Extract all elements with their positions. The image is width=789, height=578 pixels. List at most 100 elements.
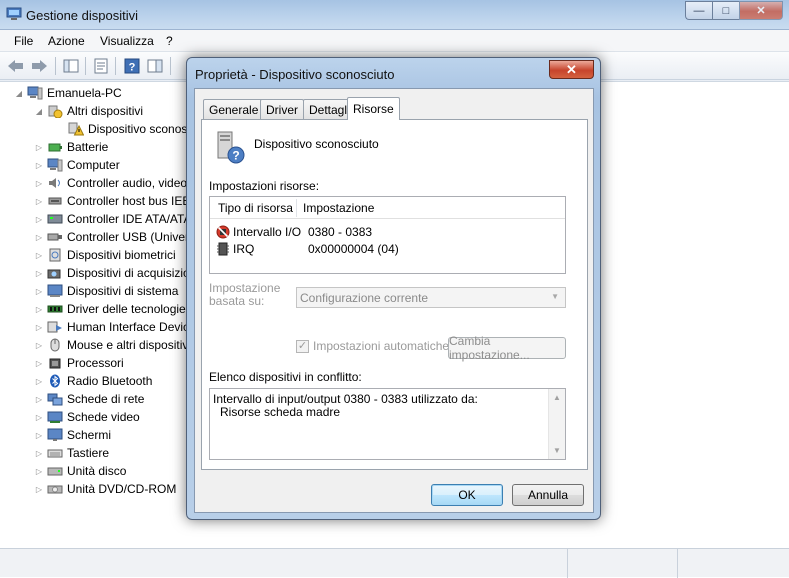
expand-arrow-icon[interactable]: ▷ (34, 395, 44, 404)
tree-item[interactable]: ▷ Dispositivi biometrici (34, 246, 176, 264)
tab-driver[interactable]: Driver (260, 99, 304, 119)
column-header-type[interactable]: Tipo di risorsa (218, 201, 293, 215)
conflict-icon (216, 225, 230, 238)
expand-arrow-icon[interactable]: ▷ (34, 377, 44, 386)
tree-item-label: Batterie (67, 140, 109, 154)
tree-item-label: Controller IDE ATA/ATAPI (67, 212, 203, 226)
collapse-arrow-icon[interactable]: ◢ (34, 107, 44, 116)
dialog-title: Proprietà - Dispositivo sconosciuto (195, 67, 395, 82)
auto-settings-checkbox[interactable]: ✓ (296, 340, 309, 353)
tree-item-label: Unità DVD/CD-ROM (67, 482, 177, 496)
conflicts-list[interactable]: Intervallo di input/output 0380 - 0383 u… (209, 388, 566, 460)
expand-arrow-icon[interactable]: ▷ (34, 413, 44, 422)
properties-button[interactable] (92, 57, 110, 75)
ok-button[interactable]: OK (431, 484, 503, 506)
resources-list[interactable]: Tipo di risorsa Impostazione Intervallo … (209, 196, 566, 274)
warning-device-icon (68, 122, 84, 136)
menu-file[interactable]: File (14, 34, 33, 48)
expand-arrow-icon[interactable]: ▷ (34, 305, 44, 314)
resource-type: IRQ (233, 241, 255, 256)
unknown-device-icon: ? (217, 131, 245, 164)
forward-button[interactable] (30, 57, 48, 75)
resource-row[interactable]: Intervallo I/O 0380 - 0383 (216, 223, 556, 240)
tree-item[interactable]: ▷ Unità disco (34, 462, 126, 480)
expand-arrow-icon[interactable]: ▷ (34, 215, 44, 224)
device-manager-icon (6, 7, 22, 20)
tree-item[interactable]: ▷ Dispositivi di sistema (34, 282, 178, 300)
help-button[interactable]: ? (123, 57, 141, 75)
expand-arrow-icon[interactable]: ▷ (34, 323, 44, 332)
menu-visualizza[interactable]: Visualizza (100, 34, 154, 48)
tree-item[interactable]: ▷ Controller IDE ATA/ATAPI (34, 210, 203, 228)
show-hide-console-tree-button[interactable] (62, 57, 80, 75)
resource-row[interactable]: IRQ 0x00000004 (04) (216, 240, 556, 257)
disk-icon (47, 467, 63, 476)
camera-icon (47, 269, 61, 279)
title-bar[interactable]: Gestione dispositivi — □ ✕ (0, 0, 789, 30)
tree-item[interactable]: ▷ Computer (34, 156, 120, 174)
tree-item[interactable]: ▷ Unità DVD/CD-ROM (34, 480, 176, 498)
tree-root[interactable]: ◢ Emanuela-PC (14, 84, 122, 102)
expand-arrow-icon[interactable]: ▷ (34, 287, 44, 296)
based-on-label: Impostazione basata su: (209, 281, 281, 308)
tree-item[interactable]: ▷ Schermi (34, 426, 111, 444)
tree-item[interactable]: ▷ Processori (34, 354, 124, 372)
cancel-button[interactable]: Annulla (512, 484, 584, 506)
network-icon (47, 393, 63, 406)
scroll-up-icon[interactable]: ▲ (549, 393, 565, 402)
expand-arrow-icon[interactable]: ▷ (34, 467, 44, 476)
resources-label: Impostazioni risorse: (209, 179, 320, 193)
tree-item[interactable]: ▷ Batterie (34, 138, 108, 156)
expand-arrow-icon[interactable]: ▷ (34, 179, 44, 188)
tree-item[interactable]: ◢ Altri dispositivi (34, 102, 143, 120)
expand-arrow-icon[interactable]: ▷ (34, 233, 44, 242)
collapse-arrow-icon[interactable]: ◢ (14, 89, 24, 98)
tab-risorse[interactable]: Risorse (347, 97, 400, 120)
dialog-close-button[interactable]: ✕ (549, 60, 594, 79)
expand-arrow-icon[interactable]: ▷ (34, 143, 44, 152)
expand-arrow-icon[interactable]: ▷ (34, 359, 44, 368)
conflicts-scrollbar[interactable]: ▲ ▼ (548, 389, 565, 459)
menu-azione[interactable]: Azione (48, 34, 85, 48)
tree-item[interactable]: ▷ Schede di rete (34, 390, 144, 408)
chevron-down-icon: ▼ (551, 292, 559, 301)
keyboard-icon (47, 449, 63, 458)
device-name: Dispositivo sconosciuto (254, 137, 379, 151)
back-button[interactable] (7, 57, 25, 75)
expand-arrow-icon[interactable]: ▷ (34, 449, 44, 458)
minimize-button[interactable]: — (685, 1, 712, 20)
memory-icon (47, 305, 63, 313)
tree-item[interactable]: ▷ Tastiere (34, 444, 109, 462)
monitor-icon (47, 428, 63, 441)
based-on-combobox[interactable]: Configurazione corrente ▼ (296, 287, 566, 308)
action-pane-icon (147, 59, 163, 73)
action-pane-button[interactable] (146, 57, 164, 75)
close-button[interactable]: ✕ (739, 1, 783, 20)
tree-item[interactable]: ▷ Schede video (34, 408, 140, 426)
svg-text:?: ? (232, 149, 239, 163)
maximize-button[interactable]: □ (712, 1, 739, 20)
scroll-down-icon[interactable]: ▼ (549, 446, 565, 455)
expand-arrow-icon[interactable]: ▷ (34, 431, 44, 440)
computer-icon (47, 158, 63, 172)
expand-arrow-icon[interactable]: ▷ (34, 161, 44, 170)
expand-arrow-icon[interactable]: ▷ (34, 251, 44, 260)
menu-help[interactable]: ? (166, 34, 173, 48)
properties-dialog: Proprietà - Dispositivo sconosciuto ✕ Ge… (186, 57, 601, 520)
tree-item[interactable]: ▷ Radio Bluetooth (34, 372, 152, 390)
battery-icon (48, 143, 62, 152)
change-setting-button[interactable]: Cambia impostazione... (448, 334, 566, 362)
column-header-setting[interactable]: Impostazione (303, 201, 374, 215)
expand-arrow-icon[interactable]: ▷ (34, 269, 44, 278)
biometric-icon (49, 248, 61, 262)
status-cell (677, 549, 789, 578)
based-on-value: Configurazione corrente (300, 291, 429, 305)
console-tree-icon (63, 59, 79, 73)
expand-arrow-icon[interactable]: ▷ (34, 341, 44, 350)
mouse-icon (50, 338, 60, 352)
expand-arrow-icon[interactable]: ▷ (34, 485, 44, 494)
tree-item-label: Schede di rete (67, 392, 145, 406)
tab-generale[interactable]: Generale (203, 99, 265, 119)
expand-arrow-icon[interactable]: ▷ (34, 197, 44, 206)
unknown-devices-icon (48, 105, 63, 118)
